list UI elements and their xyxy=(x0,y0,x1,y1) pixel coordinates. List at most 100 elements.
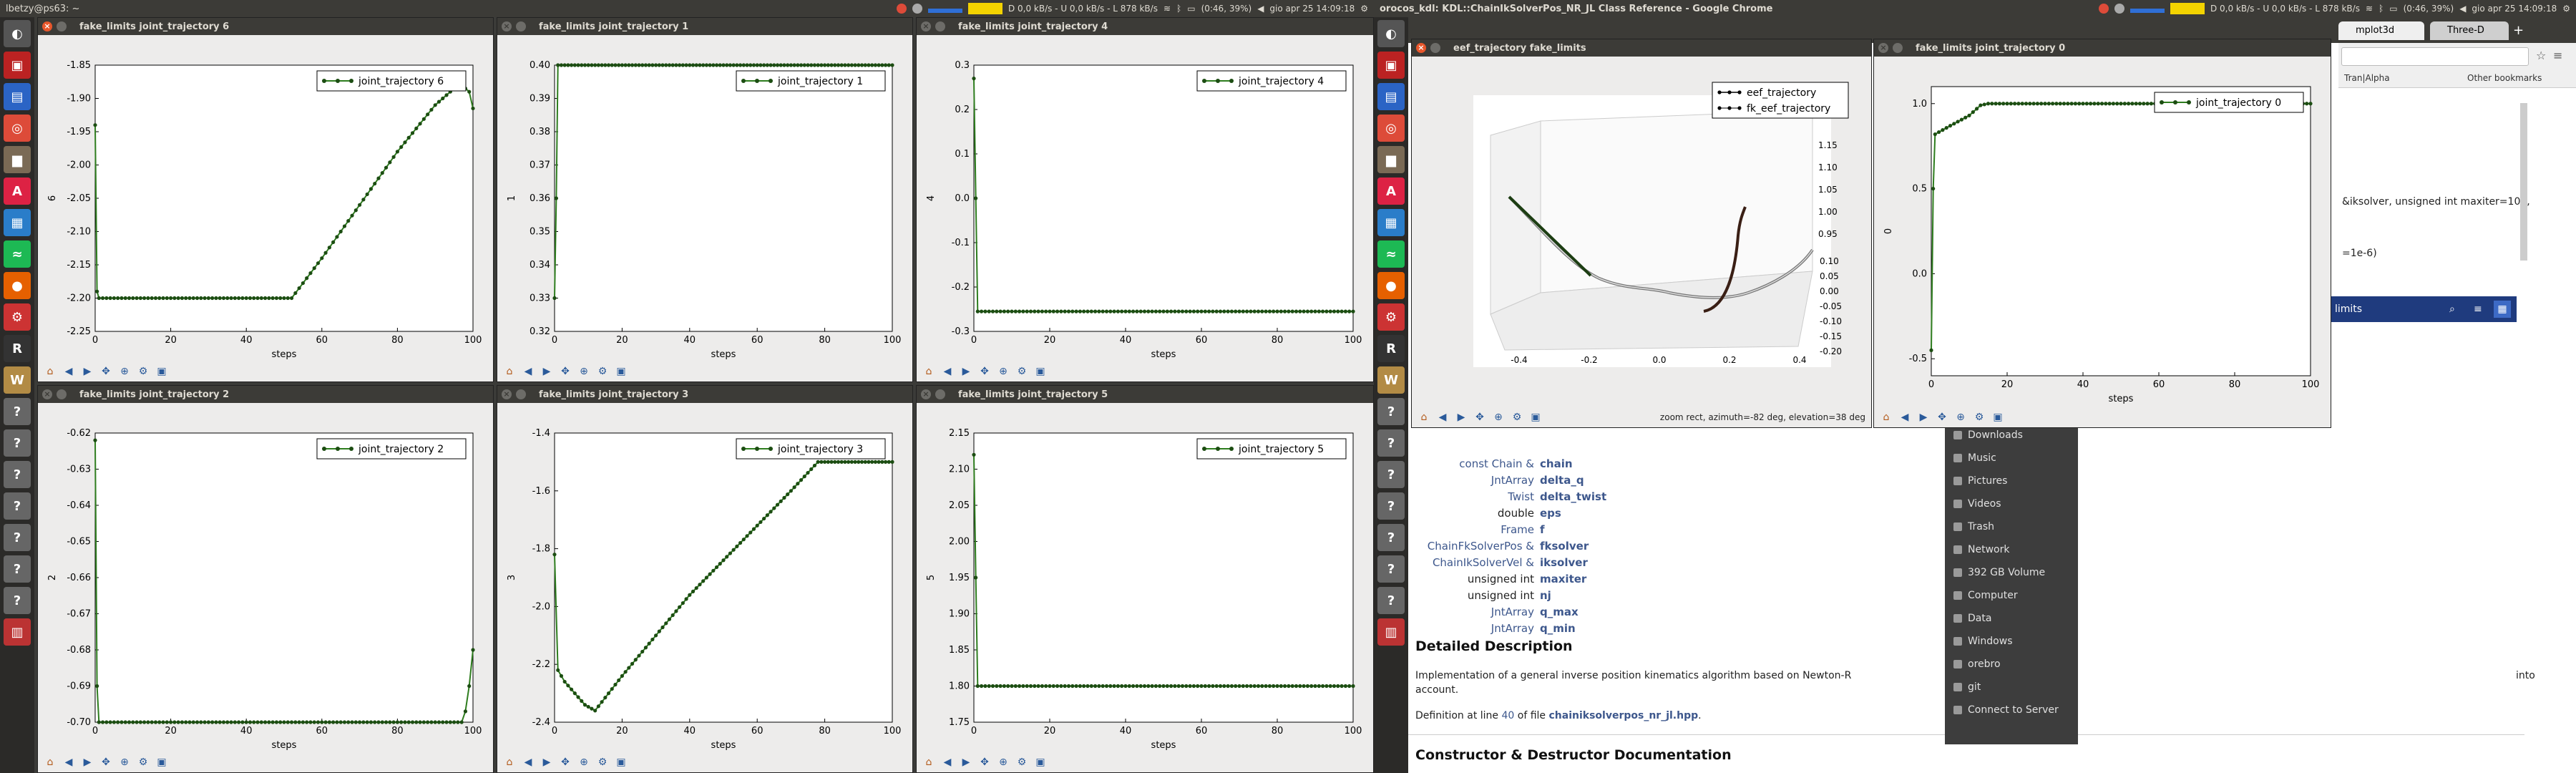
configure-icon[interactable]: ⚙ xyxy=(1014,754,1030,770)
configure-icon[interactable]: ⚙ xyxy=(1509,409,1525,425)
member-name[interactable]: eps xyxy=(1540,507,1561,520)
configure-icon[interactable]: ⚙ xyxy=(595,754,610,770)
zoom-icon[interactable]: ⊕ xyxy=(1491,409,1506,425)
dash-icon[interactable]: ◐ xyxy=(4,20,31,47)
software-icon[interactable]: A xyxy=(1377,178,1405,205)
search-icon[interactable]: ⌕ xyxy=(2449,303,2455,315)
battery-icon[interactable]: ▭ xyxy=(2389,4,2397,14)
python-icon[interactable]: ? xyxy=(1377,524,1405,551)
plot-jt4[interactable]: 0 20 40 60 80 100 0.3 0.2 0.1 0.0 -0.1 -0.2 -0.3 step… xyxy=(917,35,1373,361)
save-icon[interactable]: ▣ xyxy=(1990,409,2006,425)
maximize-icon[interactable] xyxy=(1893,43,1903,53)
new-tab-button[interactable]: + xyxy=(2513,23,2530,39)
definition-file-link[interactable]: chainiksolverpos_nr_jl.hpp xyxy=(1548,710,1698,721)
ros-tray-icon[interactable] xyxy=(2114,4,2124,14)
member-name[interactable]: maxiter xyxy=(1540,573,1586,585)
member-name[interactable]: iksolver xyxy=(1540,556,1588,569)
sidebar-item[interactable]: Pictures xyxy=(1945,470,2078,492)
ros-tray-icon[interactable] xyxy=(912,4,922,14)
member-name[interactable]: q_max xyxy=(1540,606,1579,618)
home-icon[interactable]: ⌂ xyxy=(42,364,58,379)
clock[interactable]: gio apr 25 14:09:18 xyxy=(1269,4,1355,14)
wifi-icon[interactable]: ≋ xyxy=(1163,4,1171,14)
member-type[interactable]: const Chain & xyxy=(1408,457,1540,470)
pan-icon[interactable]: ✥ xyxy=(977,754,992,770)
close-icon[interactable]: × xyxy=(921,21,931,31)
member-type[interactable]: JntArray xyxy=(1408,606,1540,618)
home-icon[interactable]: ⌂ xyxy=(502,364,517,379)
folder-icon[interactable]: ▆ xyxy=(1377,146,1405,173)
back-icon[interactable]: ◀ xyxy=(61,754,77,770)
zoom-icon[interactable]: ⊕ xyxy=(1953,409,1968,425)
terminal-icon[interactable]: ▣ xyxy=(1377,52,1405,79)
member-type[interactable]: double xyxy=(1408,507,1540,520)
home-icon[interactable]: ⌂ xyxy=(921,364,937,379)
files-icon[interactable]: ▤ xyxy=(1377,83,1405,110)
close-icon[interactable]: × xyxy=(1416,43,1426,53)
bluetooth-icon[interactable]: ᛒ xyxy=(1176,4,1181,14)
python-icon[interactable]: ? xyxy=(4,555,31,583)
omnibox[interactable] xyxy=(2341,47,2529,66)
definition-line-link[interactable]: 40 xyxy=(1501,710,1514,721)
python-icon[interactable]: ? xyxy=(4,398,31,425)
python-icon[interactable]: ? xyxy=(4,492,31,520)
firefox-icon[interactable]: ● xyxy=(4,272,31,299)
maximize-icon[interactable] xyxy=(57,389,67,399)
configure-icon[interactable]: ⚙ xyxy=(1971,409,1987,425)
configure-icon[interactable]: ⚙ xyxy=(135,364,151,379)
sidebar-item[interactable]: Trash xyxy=(1945,515,2078,538)
back-icon[interactable]: ◀ xyxy=(1897,409,1913,425)
chrome-tray-icon[interactable] xyxy=(896,4,907,14)
save-icon[interactable]: ▣ xyxy=(154,364,170,379)
back-icon[interactable]: ◀ xyxy=(520,754,536,770)
save-icon[interactable]: ▣ xyxy=(154,754,170,770)
menu-icon[interactable]: ≡ xyxy=(2553,49,2562,62)
sidebar-item[interactable]: Network xyxy=(1945,538,2078,561)
grid-icon[interactable]: ▦ xyxy=(2494,301,2511,318)
software-icon[interactable]: A xyxy=(4,178,31,205)
firefox-icon[interactable]: ● xyxy=(1377,272,1405,299)
python-icon[interactable]: ? xyxy=(1377,461,1405,488)
forward-icon[interactable]: ▶ xyxy=(79,364,95,379)
chrome-icon[interactable]: ◎ xyxy=(4,115,31,142)
maximize-icon[interactable] xyxy=(935,21,945,31)
python-icon[interactable]: ? xyxy=(4,524,31,551)
home-icon[interactable]: ⌂ xyxy=(502,754,517,770)
close-icon[interactable]: × xyxy=(502,389,512,399)
member-type[interactable]: unsigned int xyxy=(1408,589,1540,602)
save-icon[interactable]: ▣ xyxy=(613,364,629,379)
plot-jt0[interactable]: 0 20 40 60 80 100 1.0 0.5 0.0 -0.5 steps 0 joint_tra… xyxy=(1874,57,2331,406)
maximize-icon[interactable] xyxy=(1430,43,1440,53)
wifi-icon[interactable]: ≋ xyxy=(2366,4,2373,14)
sidebar-item[interactable]: Windows xyxy=(1945,630,2078,653)
configure-icon[interactable]: ⚙ xyxy=(135,754,151,770)
maximize-icon[interactable] xyxy=(516,389,526,399)
save-icon[interactable]: ▣ xyxy=(1528,409,1543,425)
close-icon[interactable]: × xyxy=(42,389,52,399)
python-icon[interactable]: ? xyxy=(4,587,31,614)
close-icon[interactable]: × xyxy=(42,21,52,31)
clock[interactable]: gio apr 25 14:09:18 xyxy=(2472,4,2557,14)
python-icon[interactable]: ? xyxy=(1377,555,1405,583)
forward-icon[interactable]: ▶ xyxy=(958,754,974,770)
back-icon[interactable]: ◀ xyxy=(61,364,77,379)
member-type[interactable]: ChainFkSolverPos & xyxy=(1408,540,1540,553)
python-icon[interactable]: ? xyxy=(1377,429,1405,457)
forward-icon[interactable]: ▶ xyxy=(79,754,95,770)
volume-icon[interactable]: ◀ xyxy=(1257,4,1264,14)
forward-icon[interactable]: ▶ xyxy=(1916,409,1931,425)
gear-icon[interactable]: ⚙ xyxy=(2562,4,2570,14)
close-icon[interactable]: × xyxy=(1878,43,1888,53)
plot-eef[interactable]: -0.4 -0.2 0.0 0.2 0.4 0.10 0.05 0.00 -0.05 -0.10 -… xyxy=(1412,57,1871,406)
pan-icon[interactable]: ✥ xyxy=(557,754,573,770)
sidebar-item[interactable]: 392 GB Volume xyxy=(1945,561,2078,584)
member-name[interactable]: q_min xyxy=(1540,622,1576,635)
forward-icon[interactable]: ▶ xyxy=(1453,409,1469,425)
maximize-icon[interactable] xyxy=(516,21,526,31)
trash-icon[interactable]: ▥ xyxy=(1377,618,1405,646)
plot-jt5[interactable]: 0 20 40 60 80 100 2.15 2.10 2.05 2.00 1.95 1.90 1.85… xyxy=(917,403,1373,752)
back-icon[interactable]: ◀ xyxy=(1435,409,1450,425)
board-icon[interactable]: ▦ xyxy=(4,209,31,236)
close-icon[interactable]: × xyxy=(502,21,512,31)
forward-icon[interactable]: ▶ xyxy=(539,754,555,770)
